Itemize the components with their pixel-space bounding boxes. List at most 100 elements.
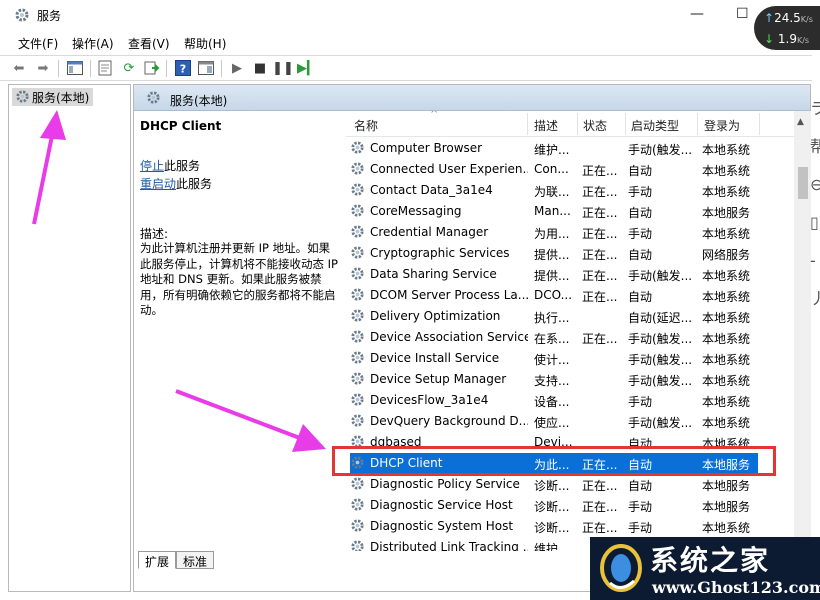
service-startup-type: 手动 [628,521,653,535]
service-name: Connected User Experien... [370,162,528,176]
table-row[interactable]: Cryptographic Services 提供... 正在... 自动 网络服务 [350,243,758,264]
service-startup-type: 手动(触发... [628,416,693,430]
column-status[interactable]: 状态 [583,117,607,134]
table-row[interactable]: Credential Manager 为用... 正在... 手动 本地系统 [350,222,758,243]
sort-ascending-icon: ^ [430,111,439,120]
service-startup-type: 手动 [628,227,653,241]
service-name: Delivery Optimization [370,309,501,323]
export-list-icon[interactable] [143,59,161,77]
stop-service-link[interactable]: 停止 [140,159,164,173]
service-description: Man... [534,204,571,218]
service-gear-icon [350,497,365,515]
scrollbar-thumb[interactable] [798,167,808,199]
service-logon: 本地系统 [702,332,751,346]
service-gear-icon [350,518,365,536]
restart-service-icon[interactable]: ▶▎ [297,59,317,77]
help-icon[interactable]: ? [174,59,192,77]
start-service-icon[interactable]: ▶ [228,59,246,77]
minimize-button[interactable]: — [690,6,704,22]
service-logon: 本地系统 [702,416,751,430]
watermark-title: 系统之家 [650,544,771,577]
stop-service-icon[interactable]: ■ [251,59,269,77]
column-description[interactable]: 描述 [534,117,558,134]
refresh-icon[interactable]: ⟳ [120,59,138,77]
service-logon: 本地系统 [702,227,751,241]
properties-icon[interactable] [96,59,114,77]
service-startup-type: 手动 [628,185,653,199]
column-logon-as[interactable]: 登录为 [704,117,740,134]
vertical-scrollbar[interactable]: ▲ [794,111,811,551]
services-gear-icon [16,90,29,103]
show-pane-icon[interactable] [197,59,215,77]
menu-file[interactable]: 文件(F) [18,35,58,52]
service-logon: 本地系统 [702,164,751,178]
tab-extended[interactable]: 扩展 [138,551,177,569]
table-row[interactable]: Device Setup Manager 支持... 手动(触发... 本地系统 [350,369,758,390]
tree-item-services-local[interactable]: 服务(本地) [12,88,94,106]
service-startup-type: 自动 [628,248,653,262]
service-name: DevicesFlow_3a1e4 [370,393,489,407]
table-row[interactable]: Computer Browser 维护... 手动(触发... 本地系统 [350,138,758,159]
background-edge-text: ラ帮 ⊖ ▯ - 丿 [810,99,820,308]
restart-service-suffix: 此服务 [176,177,213,191]
service-startup-type: 手动(触发... [628,143,693,157]
upload-arrow-icon: ↑ [764,11,775,25]
table-row[interactable]: DCOM Server Process La... DCO... 正在... 自动 本地… [350,285,758,306]
table-row[interactable]: Device Install Service 使计... 手动(触发... 本地系统 [350,348,758,369]
service-gear-icon [350,224,365,242]
forward-arrow-icon[interactable]: ➡ [34,59,52,77]
service-status: 正在... [582,185,618,199]
tab-standard[interactable]: 标准 [176,551,215,569]
table-row[interactable]: DevQuery Background D... 使应... 手动(触发... 本地系… [350,411,758,432]
service-startup-type: 手动 [628,500,653,514]
service-gear-icon [350,350,365,368]
services-gear-icon [15,8,29,22]
column-separator [697,113,698,135]
service-description: 提供... [534,248,570,262]
service-status: 正在... [582,521,618,535]
table-row[interactable]: Connected User Experien... Con... 正在... 自动 本… [350,159,758,180]
scroll-up-icon[interactable]: ▲ [797,117,804,127]
service-description: 维护... [534,143,570,157]
column-name[interactable]: 名称 [354,117,378,134]
tree-item-label: 服务(本地) [32,90,90,105]
service-logon: 本地系统 [702,353,751,367]
column-separator [577,113,578,135]
table-row[interactable]: Diagnostic System Host 诊断... 正在... 手动 本地系统 [350,516,758,537]
service-description: 为联... [534,185,570,199]
service-status: 正在... [582,164,618,178]
service-status: 正在... [582,332,618,346]
restart-service-link[interactable]: 重启动 [140,177,176,191]
table-row[interactable]: Delivery Optimization 执行... 自动(延迟... 本地系统 [350,306,758,327]
service-startup-type: 自动 [628,164,653,178]
maximize-button[interactable]: ☐ [736,6,749,22]
table-row[interactable]: DevicesFlow_3a1e4 设备... 手动 本地系统 [350,390,758,411]
service-description: 诊断... [534,479,570,493]
table-row[interactable]: Device Association Service 在系... 正在... 手动(触… [350,327,758,348]
menu-help[interactable]: 帮助(H) [184,35,226,52]
table-row[interactable]: Contact Data_3a1e4 为联... 正在... 手动 本地系统 [350,180,758,201]
restart-service-row: 重启动此服务 [140,175,212,192]
pause-service-icon[interactable]: ❚❚ [272,59,294,77]
watermark-logo [600,544,642,592]
service-name: Computer Browser [370,141,483,155]
menu-view[interactable]: 查看(V) [128,35,170,52]
table-row[interactable]: Data Sharing Service 提供... 正在... 手动(触发... 本地… [350,264,758,285]
table-row[interactable]: Diagnostic Service Host 诊断... 正在... 手动 本地服务 [350,495,758,516]
service-status: 正在... [582,248,618,262]
console-tree-icon[interactable] [66,59,84,77]
menu-action[interactable]: 操作(A) [72,35,114,52]
column-startup-type[interactable]: 启动类型 [631,117,679,134]
service-logon: 本地系统 [702,521,751,535]
service-logon: 本地系统 [702,269,751,283]
table-row[interactable]: Diagnostic Policy Service 诊断... 正在... 自动 本地服… [350,474,758,495]
service-gear-icon [350,308,365,326]
description-panel: DHCP Client 停止此服务 重启动此服务 描述: 为此计算机注册并更新 … [140,119,340,317]
table-row[interactable]: CoreMessaging Man... 正在... 自动 本地服务 [350,201,758,222]
service-logon: 本地服务 [702,206,751,220]
watermark: 系统之家 www.Ghost123.com [590,537,820,600]
service-description: 支持... [534,374,570,388]
service-logon: 本地服务 [702,500,751,514]
service-gear-icon [350,476,365,494]
back-arrow-icon[interactable]: ⬅ [10,59,28,77]
